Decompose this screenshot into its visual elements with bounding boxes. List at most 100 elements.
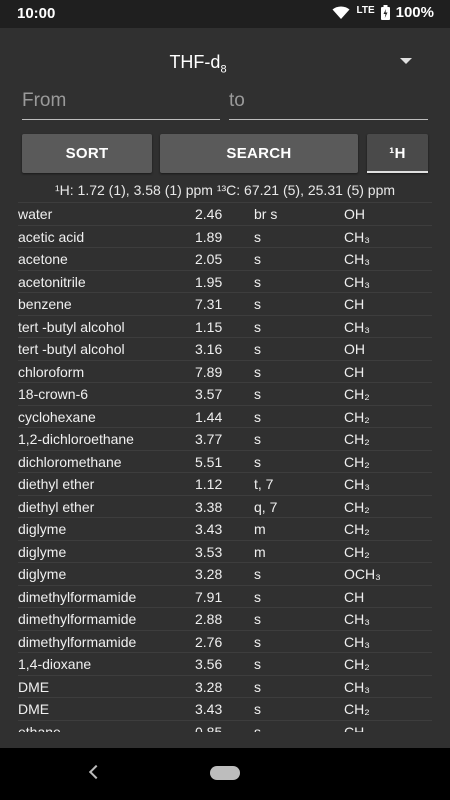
table-row[interactable]: acetonitrile 1.95 s CH₃	[18, 269, 432, 293]
table-row[interactable]: diglyme 3.43 m CH₂	[18, 517, 432, 540]
multiplicity: s	[254, 453, 261, 470]
status-time: 10:00	[17, 5, 56, 22]
multiplicity: s	[254, 273, 261, 290]
table-row[interactable]: tert -butyl alcohol 1.15 s CH₃	[18, 314, 432, 338]
shift-value: 3.77	[195, 431, 223, 447]
battery-percent: 100%	[395, 4, 434, 21]
proton-group: CH₂	[344, 498, 370, 515]
proton-group: OH	[344, 206, 365, 222]
dropdown-arrow-icon[interactable]	[400, 58, 412, 64]
compound-name: dichloromethane	[18, 453, 122, 470]
proton-group: CH₃	[344, 273, 370, 290]
compound-name: diglyme	[18, 521, 67, 537]
table-row[interactable]: 1,4-dioxane 3.56 s CH₂	[18, 652, 432, 675]
to-field[interactable]	[229, 90, 428, 120]
shift-value: 7.31	[195, 296, 223, 312]
shift-value: 3.53	[195, 543, 223, 560]
table-row[interactable]: dimethylformamide 2.76 s CH₃	[18, 629, 432, 653]
compound-name: 1,2-dichloroethane	[18, 431, 134, 447]
proton-group: CH₃	[344, 476, 370, 492]
shift-value: 1.12	[195, 476, 223, 492]
network-type: LTE	[356, 4, 375, 16]
table-row[interactable]: dimethylformamide 2.88 s CH₃	[18, 607, 432, 630]
table-row[interactable]: 1,2-dichloroethane 3.77 s CH₂	[18, 427, 432, 450]
status-bar: 10:00 LTE 100%	[0, 0, 450, 28]
multiplicity: s	[254, 656, 261, 672]
compound-name: dimethylformamide	[18, 633, 137, 650]
table-row[interactable]: diglyme 3.28 s OCH₃	[18, 562, 432, 585]
compound-name: acetic acid	[18, 228, 85, 245]
multiplicity: s	[254, 341, 261, 357]
proton-group: CH₂	[344, 521, 370, 537]
proton-group: CH	[344, 296, 365, 312]
proton-group: CH₃	[344, 318, 370, 335]
table-row[interactable]: tert -butyl alcohol 3.16 s OH	[18, 337, 432, 360]
impurity-table[interactable]: water 2.46 br s OH acetic acid 1.89 s CH₃ aceton…	[0, 202, 450, 732]
table-row[interactable]: water 2.46 br s OH	[18, 202, 432, 225]
multiplicity: s	[254, 611, 261, 627]
multiplicity: m	[254, 521, 266, 537]
search-button[interactable]: SEARCH	[160, 134, 358, 173]
compound-name: benzene	[18, 296, 72, 312]
shift-value: 7.89	[195, 363, 223, 380]
multiplicity: s	[254, 363, 261, 380]
proton-group: CH₃	[344, 611, 370, 627]
proton-group: CH₂	[344, 701, 370, 717]
compound-name: chloroform	[18, 363, 85, 380]
table-row[interactable]: cyclohexane 1.44 s CH₂	[18, 404, 432, 428]
compound-name: tert -butyl alcohol	[18, 318, 125, 335]
table-row[interactable]: chloroform 7.89 s CH	[18, 359, 432, 383]
sort-button[interactable]: SORT	[22, 134, 152, 173]
multiplicity: m	[254, 543, 266, 560]
multiplicity: br s	[254, 206, 278, 222]
compound-name: DME	[18, 701, 50, 717]
home-pill-icon[interactable]	[210, 766, 240, 780]
compound-name: 18-crown-6	[18, 386, 89, 402]
status-icons: LTE 100%	[332, 4, 434, 21]
multiplicity: t, 7	[254, 476, 274, 492]
from-field[interactable]	[22, 90, 220, 120]
solvent-spinner[interactable]: THF-d8	[0, 28, 450, 96]
compound-name: DME	[18, 678, 50, 695]
multiplicity: s	[254, 678, 261, 695]
table-row[interactable]: dichloromethane 5.51 s CH₂	[18, 449, 432, 473]
table-row[interactable]: acetic acid 1.89 s CH₃	[18, 224, 432, 248]
from-input[interactable]	[22, 90, 220, 112]
proton-group: CH₂	[344, 543, 370, 560]
multiplicity: s	[254, 228, 261, 245]
shift-value: 5.51	[195, 453, 223, 470]
table-row[interactable]: dimethylformamide 7.91 s CH	[18, 584, 432, 608]
multiplicity: s	[254, 318, 261, 335]
shift-value: 3.28	[195, 678, 223, 695]
multiplicity: s	[254, 723, 261, 733]
table-row[interactable]: DME 3.43 s CH₂	[18, 697, 432, 720]
multiplicity: s	[254, 566, 261, 582]
proton-group: CH₃	[344, 678, 370, 695]
proton-group: OCH₃	[344, 566, 381, 582]
proton-group: CH₂	[344, 386, 370, 402]
multiplicity: s	[254, 408, 261, 425]
back-icon[interactable]	[88, 764, 104, 780]
table-row[interactable]: diglyme 3.53 m CH₂	[18, 539, 432, 563]
table-row[interactable]: diethyl ether 3.38 q, 7 CH₂	[18, 494, 432, 518]
compound-name: water	[18, 206, 53, 222]
shift-value: 3.28	[195, 566, 223, 582]
compound-name: 1,4-dioxane	[18, 656, 92, 672]
table-row[interactable]: DME 3.28 s CH₃	[18, 674, 432, 698]
proton-group: CH₃	[344, 723, 370, 733]
table-row[interactable]: benzene 7.31 s CH	[18, 292, 432, 315]
shift-value: 3.16	[195, 341, 223, 357]
table-row[interactable]: ethane 0.85 s CH₃	[18, 719, 432, 733]
to-input[interactable]	[229, 90, 428, 112]
table-row[interactable]: acetone 2.05 s CH₃	[18, 247, 432, 270]
table-row[interactable]: 18-crown-6 3.57 s CH₂	[18, 382, 432, 405]
selected-indicator	[367, 171, 428, 173]
compound-name: ethane	[18, 723, 61, 733]
nucleus-toggle-button[interactable]: ¹H	[367, 134, 428, 173]
table-row[interactable]: diethyl ether 1.12 t, 7 CH₃	[18, 472, 432, 495]
battery-icon	[380, 5, 390, 20]
compound-name: diethyl ether	[18, 498, 95, 515]
shift-value: 3.43	[195, 521, 223, 537]
shift-value: 1.15	[195, 318, 223, 335]
solvent-subscript: 8	[220, 63, 227, 76]
